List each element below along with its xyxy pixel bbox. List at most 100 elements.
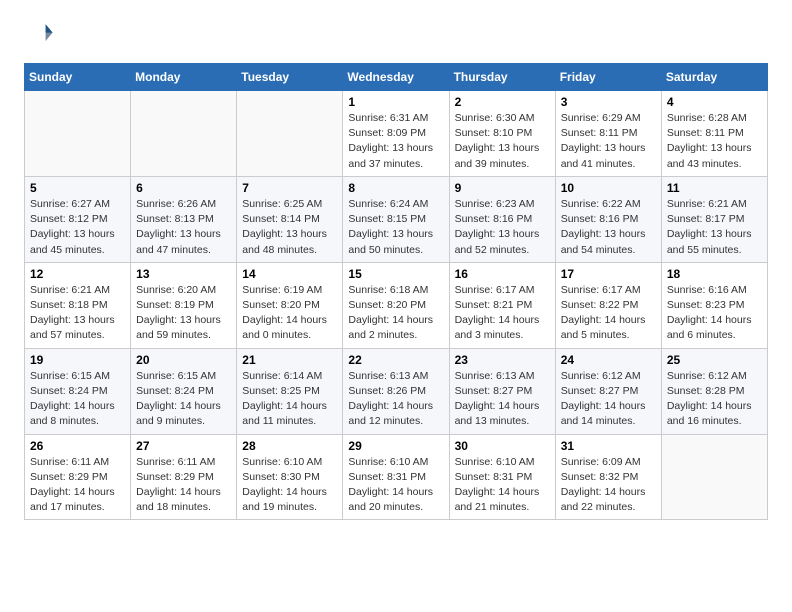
day-info: Sunrise: 6:21 AMSunset: 8:18 PMDaylight:…: [30, 283, 125, 344]
weekday-header-wednesday: Wednesday: [343, 64, 449, 91]
calendar-cell: 28 Sunrise: 6:10 AMSunset: 8:30 PMDayligh…: [237, 434, 343, 520]
calendar-cell: 9 Sunrise: 6:23 AMSunset: 8:16 PMDaylight…: [449, 176, 555, 262]
day-info: Sunrise: 6:11 AMSunset: 8:29 PMDaylight:…: [30, 455, 125, 516]
calendar-cell: 11Sunrise: 6:21 AMSunset: 8:17 PMDayligh…: [661, 176, 767, 262]
day-number: 23: [455, 353, 550, 367]
calendar-cell: 6Sunrise: 6:26 AMSunset: 8:13 PMDaylight…: [131, 176, 237, 262]
day-number: 7: [242, 181, 337, 195]
day-info: Sunrise: 6:17 AMSunset: 8:22 PMDaylight:…: [561, 283, 656, 344]
day-number: 29: [348, 439, 443, 453]
calendar-cell: 30 Sunrise: 6:10 AMSunset: 8:31 PMDayligh…: [449, 434, 555, 520]
day-number: 20: [136, 353, 231, 367]
day-info: Sunrise: 6:18 AMSunset: 8:20 PMDaylight:…: [348, 283, 443, 344]
day-number: 1: [348, 95, 443, 109]
day-number: 15: [348, 267, 443, 281]
day-info: Sunrise: 6:30 AMSunset: 8:10 PMDaylight:…: [455, 111, 550, 172]
day-number: 21: [242, 353, 337, 367]
day-info: Sunrise: 6:23 AMSunset: 8:16 PMDaylight:…: [455, 197, 550, 258]
day-number: 8: [348, 181, 443, 195]
calendar-cell: 26 Sunrise: 6:11 AMSunset: 8:29 PMDayligh…: [25, 434, 131, 520]
day-number: 26: [30, 439, 125, 453]
day-number: 31: [561, 439, 656, 453]
calendar-cell: 14 Sunrise: 6:19 AMSunset: 8:20 PMDayligh…: [237, 262, 343, 348]
calendar-cell: 3 Sunrise: 6:29 AMSunset: 8:11 PMDaylight…: [555, 91, 661, 177]
day-number: 12: [30, 267, 125, 281]
day-number: 16: [455, 267, 550, 281]
day-number: 24: [561, 353, 656, 367]
day-number: 22: [348, 353, 443, 367]
day-number: 4: [667, 95, 762, 109]
calendar-week-2: 5Sunrise: 6:27 AMSunset: 8:12 PMDaylight…: [25, 176, 768, 262]
day-number: 14: [242, 267, 337, 281]
day-number: 17: [561, 267, 656, 281]
day-info: Sunrise: 6:11 AMSunset: 8:29 PMDaylight:…: [136, 455, 231, 516]
day-info: Sunrise: 6:14 AMSunset: 8:25 PMDaylight:…: [242, 369, 337, 430]
calendar-cell: 19 Sunrise: 6:15 AMSunset: 8:24 PMDayligh…: [25, 348, 131, 434]
weekday-header-sunday: Sunday: [25, 64, 131, 91]
day-info: Sunrise: 6:26 AMSunset: 8:13 PMDaylight:…: [136, 197, 231, 258]
day-info: Sunrise: 6:12 AMSunset: 8:28 PMDaylight:…: [667, 369, 762, 430]
weekday-header-saturday: Saturday: [661, 64, 767, 91]
day-info: Sunrise: 6:19 AMSunset: 8:20 PMDaylight:…: [242, 283, 337, 344]
day-number: 3: [561, 95, 656, 109]
calendar-body: 1Sunrise: 6:31 AMSunset: 8:09 PMDaylight…: [25, 91, 768, 520]
calendar-cell: 15 Sunrise: 6:18 AMSunset: 8:20 PMDayligh…: [343, 262, 449, 348]
calendar-cell: 13Sunrise: 6:20 AMSunset: 8:19 PMDayligh…: [131, 262, 237, 348]
calendar-week-3: 12 Sunrise: 6:21 AMSunset: 8:18 PMDayligh…: [25, 262, 768, 348]
day-info: Sunrise: 6:17 AMSunset: 8:21 PMDaylight:…: [455, 283, 550, 344]
calendar-cell: [661, 434, 767, 520]
day-number: 18: [667, 267, 762, 281]
calendar-cell: [131, 91, 237, 177]
calendar-week-4: 19 Sunrise: 6:15 AMSunset: 8:24 PMDayligh…: [25, 348, 768, 434]
day-info: Sunrise: 6:09 AMSunset: 8:32 PMDaylight:…: [561, 455, 656, 516]
weekday-header-tuesday: Tuesday: [237, 64, 343, 91]
calendar-cell: 31 Sunrise: 6:09 AMSunset: 8:32 PMDayligh…: [555, 434, 661, 520]
calendar-cell: 22 Sunrise: 6:13 AMSunset: 8:26 PMDayligh…: [343, 348, 449, 434]
calendar-cell: 1Sunrise: 6:31 AMSunset: 8:09 PMDaylight…: [343, 91, 449, 177]
day-info: Sunrise: 6:20 AMSunset: 8:19 PMDaylight:…: [136, 283, 231, 344]
calendar-cell: [25, 91, 131, 177]
calendar-cell: 16 Sunrise: 6:17 AMSunset: 8:21 PMDayligh…: [449, 262, 555, 348]
calendar-cell: 18 Sunrise: 6:16 AMSunset: 8:23 PMDayligh…: [661, 262, 767, 348]
day-number: 10: [561, 181, 656, 195]
calendar-cell: 7Sunrise: 6:25 AMSunset: 8:14 PMDaylight…: [237, 176, 343, 262]
calendar-cell: 5Sunrise: 6:27 AMSunset: 8:12 PMDaylight…: [25, 176, 131, 262]
calendar-cell: 4 Sunrise: 6:28 AMSunset: 8:11 PMDaylight…: [661, 91, 767, 177]
day-info: Sunrise: 6:24 AMSunset: 8:15 PMDaylight:…: [348, 197, 443, 258]
calendar-cell: 12 Sunrise: 6:21 AMSunset: 8:18 PMDayligh…: [25, 262, 131, 348]
calendar-cell: 27 Sunrise: 6:11 AMSunset: 8:29 PMDayligh…: [131, 434, 237, 520]
day-info: Sunrise: 6:13 AMSunset: 8:26 PMDaylight:…: [348, 369, 443, 430]
day-info: Sunrise: 6:12 AMSunset: 8:27 PMDaylight:…: [561, 369, 656, 430]
day-info: Sunrise: 6:10 AMSunset: 8:31 PMDaylight:…: [455, 455, 550, 516]
weekday-header-friday: Friday: [555, 64, 661, 91]
day-info: Sunrise: 6:16 AMSunset: 8:23 PMDaylight:…: [667, 283, 762, 344]
calendar-week-1: 1Sunrise: 6:31 AMSunset: 8:09 PMDaylight…: [25, 91, 768, 177]
weekday-header-thursday: Thursday: [449, 64, 555, 91]
calendar-cell: 29 Sunrise: 6:10 AMSunset: 8:31 PMDayligh…: [343, 434, 449, 520]
day-number: 28: [242, 439, 337, 453]
day-number: 30: [455, 439, 550, 453]
calendar-cell: 10 Sunrise: 6:22 AMSunset: 8:16 PMDayligh…: [555, 176, 661, 262]
day-info: Sunrise: 6:10 AMSunset: 8:30 PMDaylight:…: [242, 455, 337, 516]
day-info: Sunrise: 6:10 AMSunset: 8:31 PMDaylight:…: [348, 455, 443, 516]
day-info: Sunrise: 6:29 AMSunset: 8:11 PMDaylight:…: [561, 111, 656, 172]
day-info: Sunrise: 6:21 AMSunset: 8:17 PMDaylight:…: [667, 197, 762, 258]
weekday-header-row: SundayMondayTuesdayWednesdayThursdayFrid…: [25, 64, 768, 91]
calendar-cell: 21 Sunrise: 6:14 AMSunset: 8:25 PMDayligh…: [237, 348, 343, 434]
day-info: Sunrise: 6:28 AMSunset: 8:11 PMDaylight:…: [667, 111, 762, 172]
day-number: 9: [455, 181, 550, 195]
day-number: 19: [30, 353, 125, 367]
calendar-cell: 8 Sunrise: 6:24 AMSunset: 8:15 PMDaylight…: [343, 176, 449, 262]
calendar-cell: 25Sunrise: 6:12 AMSunset: 8:28 PMDayligh…: [661, 348, 767, 434]
logo-icon: [26, 20, 54, 48]
calendar-cell: 2 Sunrise: 6:30 AMSunset: 8:10 PMDaylight…: [449, 91, 555, 177]
calendar-cell: [237, 91, 343, 177]
weekday-header-monday: Monday: [131, 64, 237, 91]
calendar-cell: 17 Sunrise: 6:17 AMSunset: 8:22 PMDayligh…: [555, 262, 661, 348]
day-number: 2: [455, 95, 550, 109]
day-info: Sunrise: 6:22 AMSunset: 8:16 PMDaylight:…: [561, 197, 656, 258]
day-info: Sunrise: 6:13 AMSunset: 8:27 PMDaylight:…: [455, 369, 550, 430]
day-info: Sunrise: 6:15 AMSunset: 8:24 PMDaylight:…: [30, 369, 125, 430]
day-number: 27: [136, 439, 231, 453]
logo: [24, 20, 58, 53]
